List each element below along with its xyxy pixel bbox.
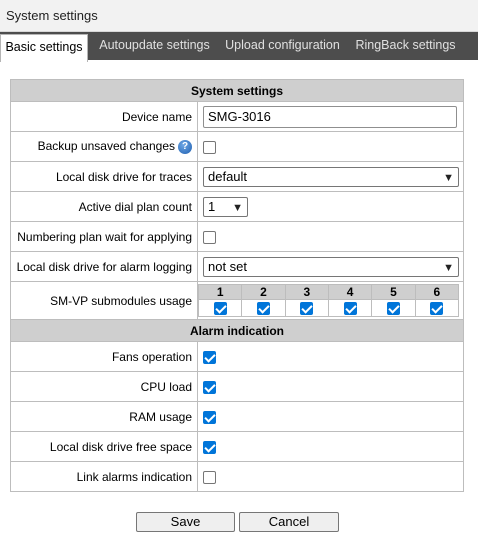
trace-drive-value: default [208, 168, 248, 184]
help-icon[interactable]: ? [178, 140, 192, 154]
cancel-button[interactable]: Cancel [239, 512, 339, 532]
device-name-label: Device name [10, 101, 198, 132]
table-row: Active dial plan count 1 ▼ [10, 191, 464, 222]
disk-free-space-checkbox[interactable] [203, 440, 216, 454]
ram-usage-label: RAM usage [10, 401, 198, 432]
fans-operation-checkbox[interactable] [203, 350, 216, 364]
table-row: RAM usage [10, 401, 464, 432]
dial-plan-count-label: Active dial plan count [10, 191, 198, 222]
table-row: Backup unsaved changes? [10, 131, 464, 162]
backup-unsaved-checkbox[interactable] [203, 140, 216, 154]
smvp-module-grid: 1 2 3 4 5 6 [197, 284, 460, 317]
title-bar: System settings [0, 0, 478, 32]
module-number: 4 [327, 284, 373, 300]
table-row: Numbering plan wait for applying [10, 221, 464, 252]
smvp-grid-cell: 1 2 3 4 5 6 [197, 281, 464, 320]
device-name-input[interactable] [203, 105, 457, 128]
trace-drive-label: Local disk drive for traces [10, 161, 198, 192]
dial-plan-count-value: 1 [208, 198, 216, 214]
tab-ringback-settings[interactable]: RingBack settings [347, 32, 464, 60]
trace-drive-select[interactable]: default ▼ [203, 166, 459, 187]
backup-unsaved-label-cell: Backup unsaved changes? [10, 131, 198, 162]
link-alarms-checkbox[interactable] [203, 470, 216, 484]
module-number: 2 [241, 284, 286, 300]
system-settings-header: System settings [10, 79, 464, 102]
table-row: Local disk drive free space [10, 431, 464, 462]
numbering-wait-checkbox[interactable] [203, 230, 216, 244]
module-5-checkbox[interactable] [386, 302, 400, 316]
disk-free-space-label: Local disk drive free space [10, 431, 198, 462]
cpu-load-label: CPU load [10, 371, 198, 402]
alarm-log-drive-value: not set [208, 258, 248, 274]
table-row: Fans operation [10, 341, 464, 372]
smvp-usage-label: SM-VP submodules usage [10, 281, 198, 320]
tab-autoupdate-settings[interactable]: Autoupdate settings [91, 32, 218, 60]
module-number: 3 [284, 284, 329, 300]
backup-unsaved-label: Backup unsaved changes [37, 139, 175, 153]
module-1-checkbox[interactable] [213, 302, 227, 316]
cpu-load-checkbox[interactable] [203, 380, 216, 394]
tab-upload-configuration[interactable]: Upload configuration [219, 32, 346, 60]
table-row: Local disk drive for traces default ▼ [10, 161, 464, 192]
fans-operation-label: Fans operation [10, 341, 198, 372]
module-number: 5 [371, 284, 416, 300]
alarm-indication-header: Alarm indication [10, 319, 464, 342]
module-4-checkbox[interactable] [343, 302, 357, 316]
module-3-checkbox[interactable] [300, 302, 314, 316]
dial-plan-count-select[interactable]: 1 ▼ [203, 196, 248, 217]
table-row: Link alarms indication [10, 461, 464, 492]
chevron-down-icon: ▼ [232, 201, 243, 214]
module-6-checkbox[interactable] [430, 302, 444, 316]
table-row: Device name [10, 101, 464, 132]
settings-table: System settings Device name Backup unsav… [10, 79, 464, 492]
alarm-log-drive-select[interactable]: not set ▼ [203, 256, 459, 277]
chevron-down-icon: ▼ [443, 171, 454, 184]
alarm-log-drive-label: Local disk drive for alarm logging [10, 251, 198, 282]
chevron-down-icon: ▼ [443, 261, 454, 274]
module-2-checkbox[interactable] [256, 302, 270, 316]
window-title: System settings [6, 8, 98, 23]
ram-usage-checkbox[interactable] [203, 410, 216, 424]
table-row: SM-VP submodules usage 1 2 3 4 5 6 [10, 281, 464, 320]
link-alarms-label: Link alarms indication [10, 461, 198, 492]
table-row: Local disk drive for alarm logging not s… [10, 251, 464, 282]
tab-bar: Basic settings Autoupdate settings Uploa… [0, 32, 478, 62]
module-number: 1 [197, 284, 243, 300]
numbering-wait-label: Numbering plan wait for applying [10, 221, 198, 252]
module-number: 6 [414, 284, 460, 300]
table-row: CPU load [10, 371, 464, 402]
tab-basic-settings[interactable]: Basic settings [0, 34, 88, 62]
save-button[interactable]: Save [136, 512, 235, 532]
